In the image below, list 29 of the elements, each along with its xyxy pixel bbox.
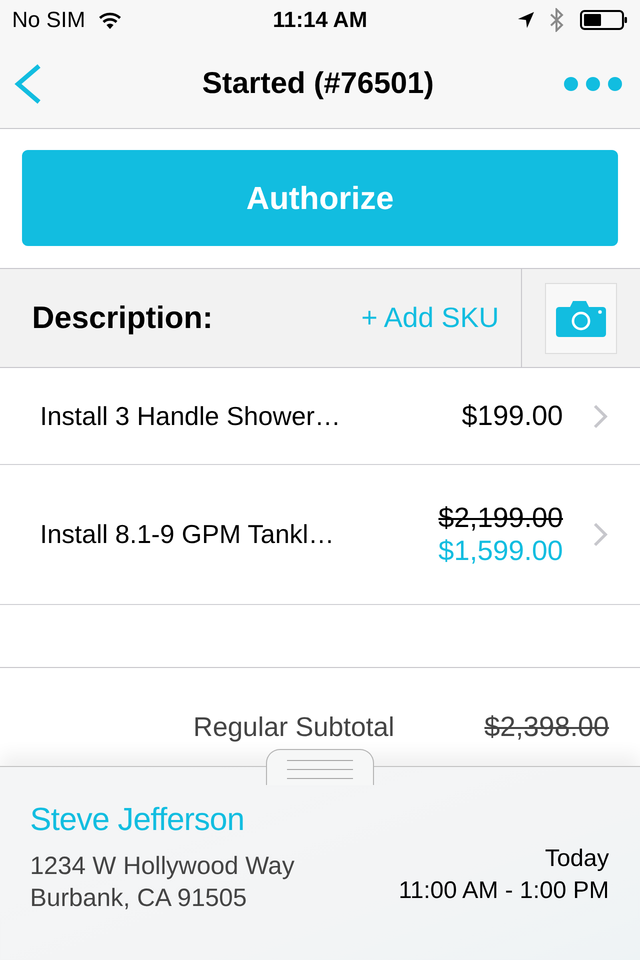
bluetooth-icon	[550, 8, 564, 32]
item-name: Install 3 Handle Shower…	[40, 400, 341, 432]
item-name: Install 8.1-9 GPM Tankl…	[40, 519, 334, 550]
camera-button[interactable]	[545, 282, 617, 354]
sale-price: $1,599.00	[438, 535, 563, 567]
more-dots-icon	[564, 76, 622, 92]
clock-text: 11:14 AM	[272, 7, 368, 33]
back-button[interactable]	[14, 64, 42, 104]
appointment-date: Today	[544, 845, 609, 873]
more-button[interactable]	[564, 76, 622, 92]
description-label: Description:	[32, 300, 213, 336]
customer-name: Steve Jefferson	[30, 801, 246, 838]
page-title: Started (#76501)	[202, 67, 434, 101]
original-price: $2,199.00	[438, 502, 563, 534]
back-chevron-icon	[14, 64, 42, 104]
address-line: 1234 W Hollywood Way	[30, 851, 294, 882]
subtotal-amount: $2,398.00	[484, 711, 609, 743]
subtotal-label: Regular Subtotal	[193, 712, 394, 742]
chevron-right-icon	[593, 522, 608, 547]
wifi-icon	[99, 12, 122, 28]
drag-handle[interactable]	[266, 749, 374, 785]
camera-icon	[556, 300, 606, 336]
location-arrow-icon	[518, 12, 534, 28]
battery-icon	[580, 10, 628, 30]
carrier-text: No SIM	[12, 7, 86, 33]
chevron-right-icon	[593, 404, 608, 428]
address-line: Burbank, CA 91505	[30, 883, 248, 914]
price-text: $199.00	[462, 400, 563, 432]
appointment-time: 11:00 AM - 1:00 PM	[398, 877, 609, 905]
